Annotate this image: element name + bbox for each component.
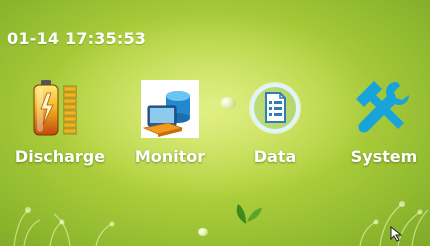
- app-monitor[interactable]: Monitor: [120, 72, 220, 168]
- tools-icon: [356, 81, 409, 133]
- app-discharge[interactable]: Discharge: [10, 72, 110, 168]
- butterfly-decoration: [236, 204, 262, 224]
- app-data[interactable]: Data: [225, 72, 325, 168]
- monitor-icon: [141, 80, 199, 138]
- app-monitor-label: Monitor: [134, 147, 206, 166]
- document-icon: [249, 82, 301, 134]
- grass-decoration: [13, 201, 429, 246]
- status-datetime: 01-14 17:35:53: [7, 29, 147, 48]
- mouse-cursor-icon: [390, 226, 403, 242]
- app-data-label: Data: [253, 147, 297, 166]
- app-system[interactable]: System: [334, 72, 430, 168]
- water-drop-decoration: [198, 228, 208, 236]
- battery-icon: [33, 80, 77, 136]
- app-discharge-label: Discharge: [14, 147, 106, 166]
- app-system-label: System: [350, 147, 418, 166]
- home-screen: 01-14 17:35:53 Discharge Monitor Data Sy…: [0, 0, 430, 246]
